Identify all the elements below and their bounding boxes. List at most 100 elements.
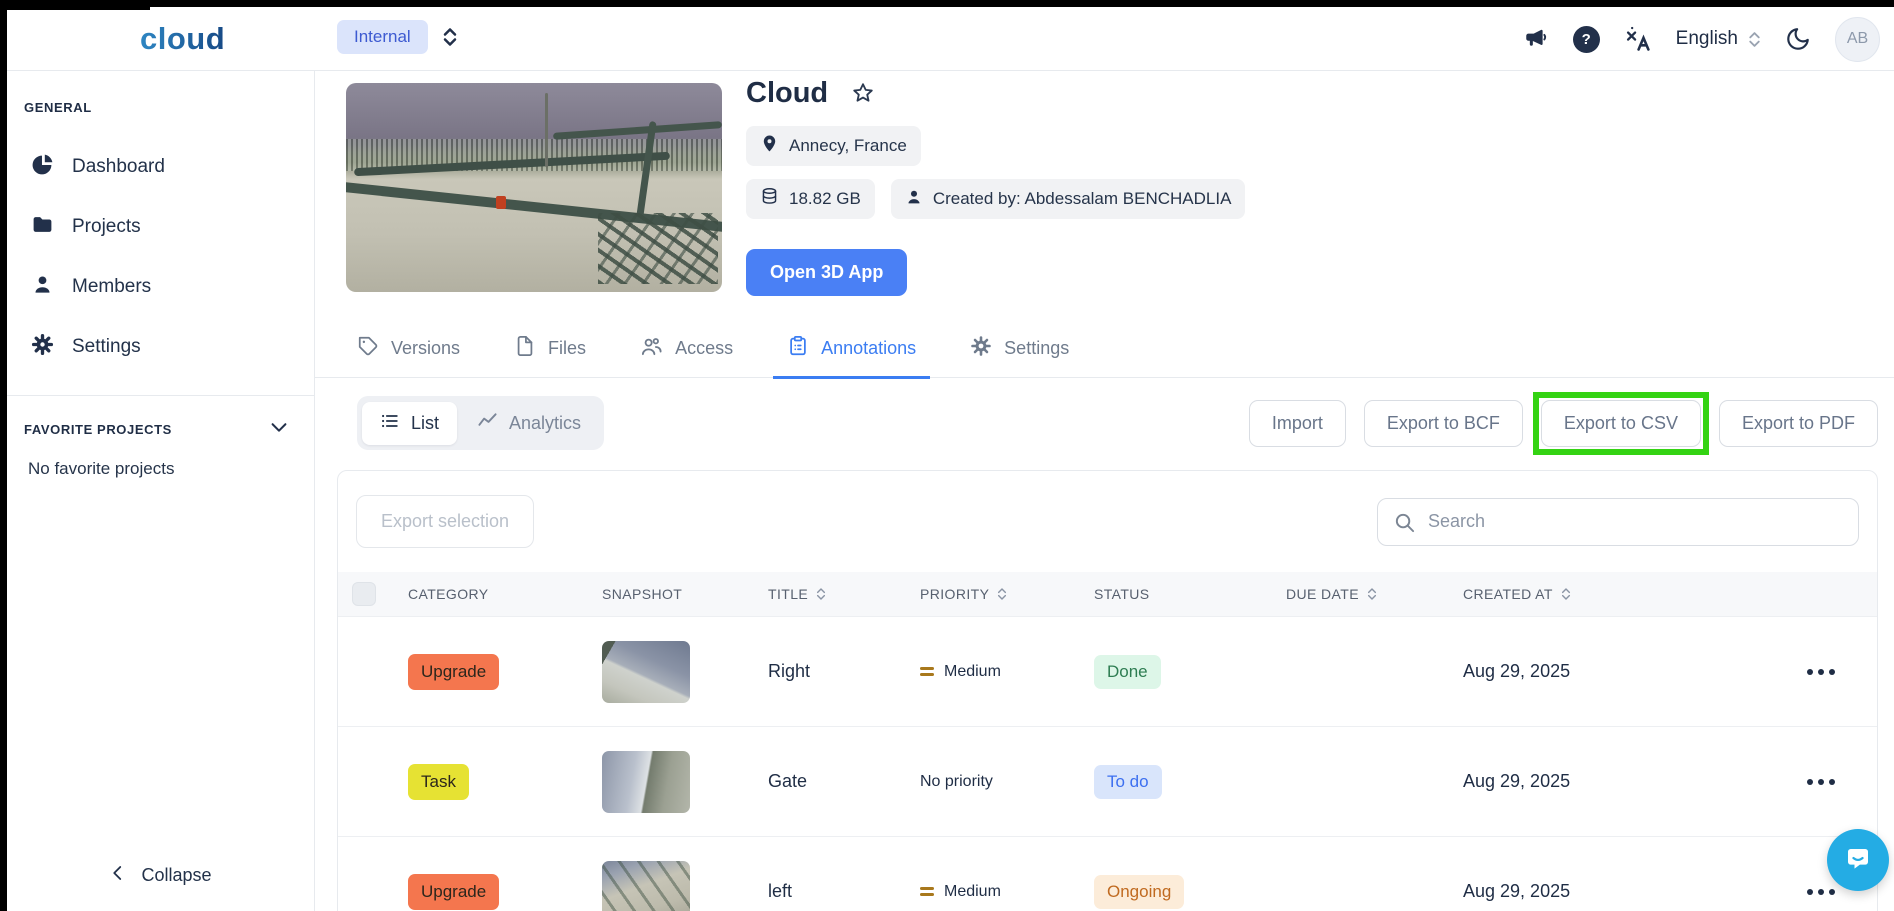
tab-versions[interactable]: Versions: [357, 320, 460, 378]
chat-launcher-button[interactable]: [1827, 829, 1889, 891]
tab-annotations[interactable]: Annotations: [773, 320, 931, 379]
avatar[interactable]: AB: [1835, 16, 1880, 62]
language-label: English: [1675, 28, 1738, 49]
clipboard-icon: [787, 335, 809, 362]
snapshot-thumbnail[interactable]: [602, 750, 690, 813]
top-bar: cloud Internal ? English AB: [7, 7, 1894, 71]
help-glyph: ?: [1572, 25, 1600, 53]
annotation-title: left: [768, 881, 793, 901]
snapshot-thumbnail[interactable]: [602, 640, 690, 703]
row-menu-button[interactable]: [1799, 771, 1843, 793]
tab-files[interactable]: Files: [514, 320, 586, 378]
priority-cell: Medium: [920, 663, 1094, 681]
star-icon[interactable]: [850, 81, 876, 107]
megaphone-icon[interactable]: [1523, 26, 1549, 52]
priority-cell: No priority: [920, 773, 1094, 791]
help-icon[interactable]: ?: [1572, 25, 1600, 53]
database-icon: [760, 187, 779, 211]
search-input[interactable]: [1377, 497, 1859, 546]
export-csv-button[interactable]: Export to CSV: [1540, 399, 1701, 447]
analytics-icon: [477, 410, 498, 436]
header-actions: ? English AB: [1523, 7, 1880, 71]
sidebar-item-projects[interactable]: Projects: [7, 197, 314, 257]
tab-label: Settings: [1004, 338, 1070, 358]
view-analytics-label: Analytics: [509, 412, 582, 433]
snapshot-thumbnail[interactable]: [602, 860, 690, 911]
column-header-snapshot: SNAPSHOT: [602, 586, 683, 602]
list-icon: [380, 411, 400, 436]
column-header-due-date[interactable]: DUE DATE: [1286, 586, 1463, 602]
gear-icon: [970, 335, 992, 362]
location-label: Annecy, France: [789, 136, 907, 155]
row-menu-button[interactable]: [1799, 661, 1843, 683]
translate-icon[interactable]: [1624, 25, 1652, 53]
sidebar: GENERAL Dashboard Projects Members Setti…: [7, 71, 315, 911]
language-selector[interactable]: English: [1676, 28, 1761, 50]
row-menu-button[interactable]: [1799, 881, 1843, 903]
column-header-title[interactable]: TITLE: [768, 586, 920, 602]
category-badge: Task: [408, 763, 469, 800]
view-list-label: List: [411, 412, 440, 433]
annotations-table-card: Export selection CATEGORY SNAPSHOT TITLE…: [337, 470, 1878, 911]
table-row[interactable]: Task Gate No priority To do Aug 29, 2025: [338, 726, 1877, 836]
column-header-priority[interactable]: PRIORITY: [920, 586, 1094, 602]
column-header-category: CATEGORY: [408, 586, 489, 602]
gear-icon: [31, 333, 54, 362]
tab-label: Files: [548, 338, 587, 358]
person-icon: [905, 188, 923, 211]
created-at: Aug 29, 2025: [1463, 881, 1571, 901]
open-3d-app-button[interactable]: Open 3D App: [746, 249, 908, 296]
size-label: 18.82 GB: [789, 189, 861, 208]
sidebar-item-dashboard[interactable]: Dashboard: [7, 137, 314, 197]
view-analytics-button[interactable]: Analytics: [459, 401, 599, 445]
pie-chart-icon: [31, 153, 54, 182]
sort-icon: [1561, 587, 1571, 601]
view-toggle: List Analytics: [357, 396, 605, 450]
chevron-updown-icon[interactable]: [442, 27, 458, 47]
select-all-checkbox[interactable]: [352, 582, 376, 606]
created-at: Aug 29, 2025: [1463, 771, 1571, 791]
location-chip: Annecy, France: [746, 126, 921, 166]
moon-icon[interactable]: [1785, 26, 1811, 52]
folder-icon: [31, 213, 54, 242]
sidebar-item-members[interactable]: Members: [7, 257, 314, 317]
import-button[interactable]: Import: [1248, 399, 1346, 447]
search-icon: [1393, 511, 1416, 539]
category-badge: Upgrade: [408, 653, 500, 690]
export-pdf-button[interactable]: Export to PDF: [1718, 399, 1878, 447]
status-badge: Ongoing: [1094, 874, 1185, 909]
table-row[interactable]: Upgrade left Medium Ongoing Aug 29, 2025: [338, 836, 1877, 911]
table-row[interactable]: Upgrade Right Medium Done Aug 29, 2025: [338, 616, 1877, 726]
search-box: [1377, 497, 1859, 546]
priority-medium-icon: [920, 664, 934, 679]
project-tabs: Versions Files Access Annotations Settin…: [315, 320, 1894, 379]
person-icon: [31, 273, 54, 302]
chat-icon: [1843, 844, 1873, 877]
priority-medium-icon: [920, 884, 934, 899]
window-frame-corner: [0, 0, 150, 10]
export-bcf-button[interactable]: Export to BCF: [1363, 399, 1523, 447]
sidebar-item-label: Members: [72, 276, 152, 297]
export-selection-button[interactable]: Export selection: [356, 495, 535, 548]
view-list-button[interactable]: List: [362, 401, 458, 445]
annotation-title: Gate: [768, 771, 808, 791]
app-logo[interactable]: cloud: [140, 21, 225, 57]
export-buttons: Import Export to BCF Export to CSV Expor…: [1248, 391, 1878, 455]
tab-access[interactable]: Access: [640, 320, 733, 378]
chevron-down-icon: [268, 416, 290, 443]
size-chip: 18.82 GB: [746, 179, 875, 219]
tab-settings[interactable]: Settings: [970, 320, 1069, 378]
priority-label: Medium: [944, 662, 1001, 680]
favorites-section-header[interactable]: FAVORITE PROJECTS: [7, 396, 314, 443]
chevron-updown-icon: [1748, 31, 1761, 48]
sidebar-item-label: Projects: [72, 216, 141, 237]
column-header-created-at[interactable]: CREATED AT: [1463, 586, 1693, 602]
favorites-empty-text: No favorite projects: [28, 459, 175, 478]
favorites-heading: FAVORITE PROJECTS: [24, 422, 172, 437]
table-header-row: CATEGORY SNAPSHOT TITLE PRIORITY STATUS …: [338, 572, 1877, 616]
workspace-chip[interactable]: Internal: [337, 20, 428, 54]
tag-icon: [357, 335, 379, 362]
sidebar-item-settings[interactable]: Settings: [7, 317, 314, 377]
collapse-sidebar-button[interactable]: Collapse: [7, 853, 314, 897]
collapse-label: Collapse: [141, 864, 212, 885]
